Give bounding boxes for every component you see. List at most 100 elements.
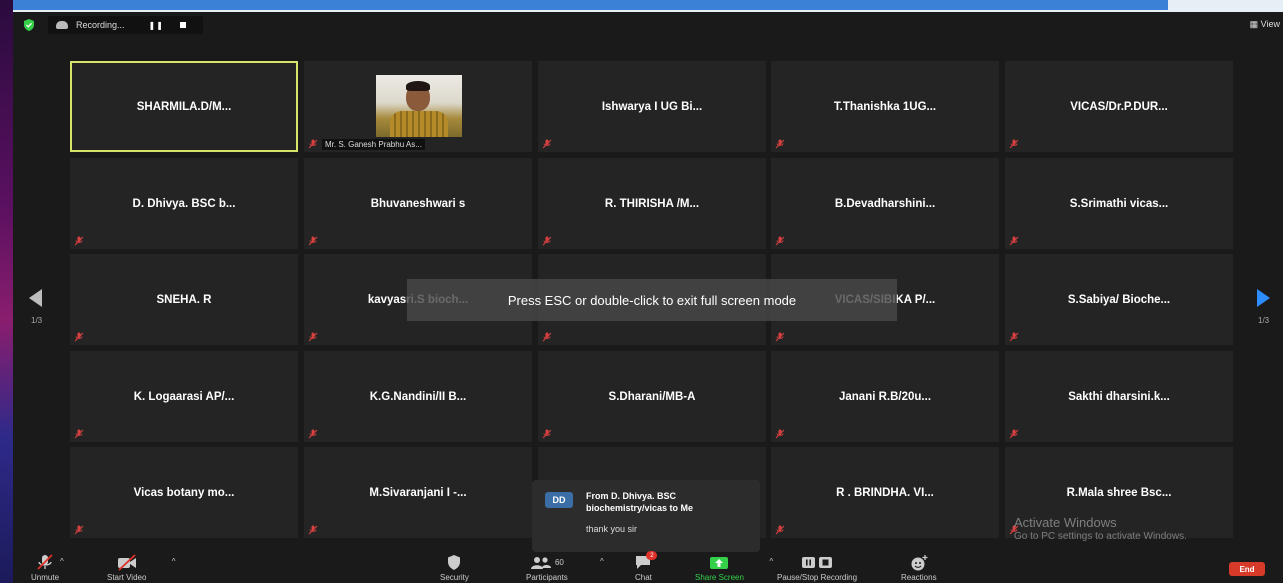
participant-tile[interactable]: Ishwarya I UG Bi...: [538, 61, 766, 152]
stop-recording-button[interactable]: [179, 22, 186, 28]
chevron-up-icon[interactable]: ^: [600, 557, 604, 566]
participant-name: S.Sabiya/ Bioche...: [1067, 293, 1171, 306]
microphone-muted-icon: [1009, 139, 1019, 149]
participant-name: R. THIRISHA /M...: [604, 197, 700, 210]
participant-name: M.Sivaranjani I -...: [369, 486, 467, 499]
unmute-button[interactable]: ^ Unmute: [31, 554, 64, 582]
security-button[interactable]: Security: [440, 554, 469, 582]
participant-tile[interactable]: Janani R.B/20u...: [771, 351, 999, 442]
view-label: View: [1260, 19, 1280, 29]
participants-button[interactable]: 60 ^ Participants: [526, 554, 604, 582]
microphone-muted-icon: [308, 139, 318, 149]
participant-tile[interactable]: SHARMILA.D/M...: [70, 61, 298, 152]
pause-recording-button[interactable]: ❚❚: [149, 21, 164, 30]
participant-tile[interactable]: SNEHA. R: [70, 254, 298, 345]
emoji-plus-icon: [911, 554, 928, 570]
chat-message: thank you sir: [586, 524, 638, 534]
participant-name: D. Dhivya. BSC b...: [132, 197, 236, 210]
microphone-muted-icon: [775, 236, 785, 246]
share-screen-icon: [710, 556, 729, 569]
participant-name: Ishwarya I UG Bi...: [601, 100, 703, 113]
shield-icon[interactable]: [23, 19, 35, 31]
participant-tile[interactable]: B.Devadharshini...: [771, 158, 999, 249]
next-page-arrow-icon[interactable]: [1256, 289, 1270, 307]
participant-name: Bhuvaneshwari s: [370, 197, 466, 210]
share-screen-button[interactable]: ^ Share Screen: [695, 554, 773, 582]
left-page-indicator: 1/3: [31, 316, 43, 325]
participant-tile[interactable]: K.G.Nandini/II B...: [304, 351, 532, 442]
view-button[interactable]: ▦ View: [1250, 19, 1280, 30]
participant-caption: Mr. S. Ganesh Prabhu As...: [322, 139, 425, 150]
share-screen-label: Share Screen: [695, 573, 744, 582]
participant-name: K.G.Nandini/II B...: [369, 390, 467, 403]
participant-tile[interactable]: D. Dhivya. BSC b...: [70, 158, 298, 249]
participant-name: Janani R.B/20u...: [838, 390, 932, 403]
video-off-icon: [117, 554, 136, 571]
participant-name: S.Dharani/MB-A: [608, 390, 696, 403]
participant-tile[interactable]: Vicas botany mo...: [70, 447, 298, 538]
chat-button[interactable]: 2 Chat: [635, 551, 658, 582]
desktop-wallpaper-edge: [0, 0, 13, 583]
cloud-recording-icon: [56, 21, 68, 29]
microphone-muted-icon: [1009, 429, 1019, 439]
chevron-up-icon[interactable]: ^: [60, 557, 64, 566]
grid-view-icon: ▦: [1249, 19, 1259, 29]
participant-name: SHARMILA.D/M...: [136, 100, 232, 113]
microphone-muted-icon: [74, 332, 84, 342]
participant-tile[interactable]: M.Sivaranjani I -...: [304, 447, 532, 538]
pause-stop-recording-button[interactable]: Pause/Stop Recording: [777, 554, 857, 582]
reactions-button[interactable]: Reactions: [901, 554, 937, 582]
participant-name: VICAS/Dr.P.DUR...: [1070, 100, 1168, 113]
microphone-muted-icon: [308, 525, 318, 535]
pause-stop-icon: [802, 557, 833, 568]
security-label: Security: [440, 573, 469, 582]
participant-name: T.Thanishka 1UG...: [833, 100, 937, 113]
microphone-muted-icon: [775, 429, 785, 439]
chat-notification-popup[interactable]: DD From D. Dhivya. BSC biochemistry/vica…: [532, 480, 760, 552]
microphone-muted-icon: [37, 554, 53, 570]
microphone-muted-icon: [542, 332, 552, 342]
zoom-share-banner: [13, 0, 1168, 10]
reactions-label: Reactions: [901, 573, 937, 582]
avatar: DD: [545, 492, 573, 508]
participant-name: Sakthi dharsini.k...: [1068, 390, 1170, 403]
microphone-muted-icon: [308, 429, 318, 439]
microphone-muted-icon: [74, 236, 84, 246]
participant-name: SNEHA. R: [156, 293, 212, 306]
chevron-up-icon[interactable]: ^: [769, 557, 773, 566]
microphone-muted-icon: [1009, 332, 1019, 342]
participant-tile[interactable]: Bhuvaneshwari s: [304, 158, 532, 249]
desktop-top-strip: [13, 0, 1283, 12]
microphone-muted-icon: [775, 139, 785, 149]
unmute-label: Unmute: [31, 573, 60, 582]
recording-label: Recording...: [76, 20, 125, 30]
meeting-toolbar: ^ Unmute ^ Start Video Security 60 ^ Par…: [13, 551, 1283, 583]
participants-count: 60: [554, 558, 564, 567]
participants-label: Participants: [526, 573, 568, 582]
participant-tile[interactable]: K. Logaarasi AP/...: [70, 351, 298, 442]
participant-tile[interactable]: Mr. S. Ganesh Prabhu As...: [304, 61, 532, 152]
participant-tile[interactable]: R. THIRISHA /M...: [538, 158, 766, 249]
participant-tile[interactable]: VICAS/Dr.P.DUR...: [1005, 61, 1233, 152]
participant-name: R . BRINDHA. VI...: [836, 486, 934, 499]
participant-tile[interactable]: T.Thanishka 1UG...: [771, 61, 999, 152]
microphone-muted-icon: [775, 525, 785, 535]
participant-tile[interactable]: Sakthi dharsini.k...: [1005, 351, 1233, 442]
start-video-button[interactable]: ^ Start Video: [107, 554, 175, 582]
participant-tile[interactable]: S.Sabiya/ Bioche...: [1005, 254, 1233, 345]
microphone-muted-icon: [74, 525, 84, 535]
activate-windows-title: Activate Windows: [1014, 515, 1117, 530]
participant-tile[interactable]: S.Dharani/MB-A: [538, 351, 766, 442]
fullscreen-exit-toast: Press ESC or double-click to exit full s…: [407, 279, 897, 321]
participant-tile[interactable]: R . BRINDHA. VI...: [771, 447, 999, 538]
end-meeting-button[interactable]: End: [1229, 562, 1265, 576]
chevron-up-icon[interactable]: ^: [172, 557, 176, 566]
recording-indicator[interactable]: Recording... ❚❚: [48, 16, 203, 34]
microphone-muted-icon: [308, 236, 318, 246]
microphone-muted-icon: [775, 332, 785, 342]
shield-icon: [448, 555, 461, 570]
previous-page-arrow-icon[interactable]: [29, 289, 43, 307]
participant-name: B.Devadharshini...: [834, 197, 936, 210]
pause-stop-recording-label: Pause/Stop Recording: [777, 573, 858, 582]
participant-tile[interactable]: S.Srimathi vicas...: [1005, 158, 1233, 249]
